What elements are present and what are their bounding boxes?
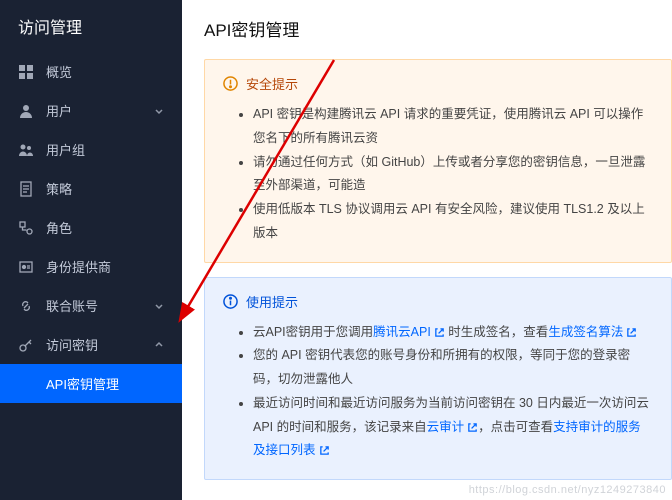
chevron-down-icon — [154, 301, 164, 311]
main-content: API密钥管理 安全提示 API 密钥是构建腾讯云 API 请求的重要凭证，使用… — [182, 0, 672, 500]
alert-title: 安全提示 — [246, 74, 298, 93]
watermark: https://blog.csdn.net/nyz1249273840 — [469, 484, 666, 496]
security-alert: 安全提示 API 密钥是构建腾讯云 API 请求的重要凭证，使用腾讯云 API … — [204, 59, 672, 263]
external-link-icon — [626, 327, 637, 338]
sidebar-item-idp[interactable]: 身份提供商 — [0, 247, 182, 286]
alert-item: 云API密钥用于您调用腾讯云API 时生成签名，查看生成签名算法 — [253, 321, 653, 345]
link-icon — [18, 298, 34, 314]
sidebar: 访问管理 概览 用户 用户组 策略 角色 身份提供商 联合账 — [0, 0, 182, 500]
sidebar-item-usergroup[interactable]: 用户组 — [0, 130, 182, 169]
sidebar-item-label: 概览 — [46, 62, 72, 81]
sidebar-item-label: 用户组 — [46, 140, 85, 159]
key-icon — [18, 337, 34, 353]
sidebar-item-label: 策略 — [46, 179, 72, 198]
sidebar-item-policy[interactable]: 策略 — [0, 169, 182, 208]
sidebar-item-accesskey[interactable]: 访问密钥 — [0, 325, 182, 364]
sidebar-title: 访问管理 — [0, 0, 182, 52]
sidebar-item-role[interactable]: 角色 — [0, 208, 182, 247]
external-link-icon — [319, 445, 330, 456]
link-sign-algo[interactable]: 生成签名算法 — [548, 325, 623, 339]
grid-icon — [18, 64, 34, 80]
page-title: API密钥管理 — [182, 0, 672, 59]
alert-item: 请勿通过任何方式（如 GitHub）上传或者分享您的密钥信息，一旦泄露至外部渠道… — [253, 151, 653, 199]
external-link-icon — [467, 422, 478, 433]
info-icon — [223, 294, 238, 309]
link-cloud-audit[interactable]: 云审计 — [427, 420, 465, 434]
users-icon — [18, 142, 34, 158]
sidebar-item-label: 访问密钥 — [46, 335, 98, 354]
sidebar-item-label: 身份提供商 — [46, 257, 111, 276]
alert-item: 您的 API 密钥代表您的账号身份和所拥有的权限，等同于您的登录密码，切勿泄露他… — [253, 344, 653, 392]
sidebar-item-label: 角色 — [46, 218, 72, 237]
warning-icon — [223, 76, 238, 91]
link-tencent-api[interactable]: 腾讯云API — [373, 325, 431, 339]
alert-item: 最近访问时间和最近访问服务为当前访问密钥在 30 日内最近一次访问云 API 的… — [253, 392, 653, 463]
user-icon — [18, 103, 34, 119]
sidebar-item-label: 用户 — [46, 101, 72, 120]
sidebar-item-overview[interactable]: 概览 — [0, 52, 182, 91]
alert-item: API 密钥是构建腾讯云 API 请求的重要凭证，使用腾讯云 API 可以操作您… — [253, 103, 653, 151]
sidebar-item-user[interactable]: 用户 — [0, 91, 182, 130]
role-icon — [18, 220, 34, 236]
sidebar-subitem-apikey[interactable]: API密钥管理 — [0, 364, 182, 403]
idp-icon — [18, 259, 34, 275]
chevron-down-icon — [154, 106, 164, 116]
sidebar-item-label: 联合账号 — [46, 296, 98, 315]
alert-item: 使用低版本 TLS 协议调用云 API 有安全风险，建议使用 TLS1.2 及以… — [253, 198, 653, 246]
sidebar-item-federated[interactable]: 联合账号 — [0, 286, 182, 325]
chevron-up-icon — [154, 340, 164, 350]
external-link-icon — [434, 327, 445, 338]
doc-icon — [18, 181, 34, 197]
alert-title: 使用提示 — [246, 292, 298, 311]
usage-alert: 使用提示 云API密钥用于您调用腾讯云API 时生成签名，查看生成签名算法 您的… — [204, 277, 672, 481]
